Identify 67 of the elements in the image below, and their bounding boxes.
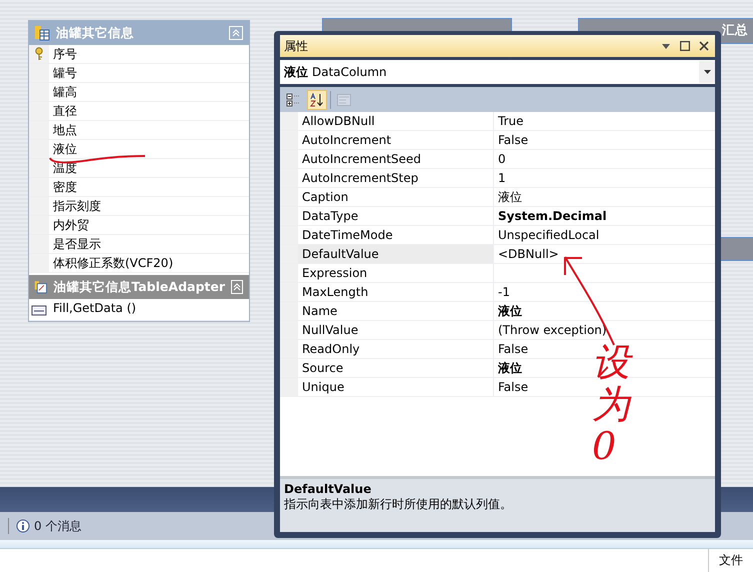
sort-icon	[309, 92, 325, 108]
property-value[interactable]: -1	[494, 283, 510, 301]
property-value[interactable]: False	[494, 378, 528, 396]
table-title: 油罐其它信息	[56, 24, 135, 42]
property-name[interactable]: AutoIncrementStep	[298, 169, 494, 187]
property-name[interactable]: NullValue	[298, 321, 494, 339]
chevron-up-icon	[233, 283, 241, 291]
property-value[interactable]: 1	[494, 169, 506, 187]
property-name[interactable]: AutoIncrementSeed	[298, 150, 494, 168]
property-name[interactable]: Name	[298, 302, 494, 320]
window-title: 属性	[284, 38, 309, 54]
property-value[interactable]: (Throw exception)	[494, 321, 607, 339]
property-value[interactable]: 液位	[494, 359, 522, 377]
sql-icon	[31, 304, 47, 316]
property-name[interactable]: Expression	[298, 264, 494, 282]
property-value[interactable]: System.Decimal	[494, 207, 607, 225]
property-name[interactable]: Source	[298, 359, 494, 377]
property-name[interactable]: DefaultValue	[298, 245, 494, 263]
column-name[interactable]: 内外贸	[49, 216, 89, 234]
column-name[interactable]: 指示刻度	[49, 197, 101, 215]
property-name[interactable]: Unique	[298, 378, 494, 396]
object-selector[interactable]: 液位 DataColumn	[280, 60, 715, 84]
description-title: DefaultValue	[284, 482, 372, 496]
column-name[interactable]: 地点	[49, 121, 77, 139]
table-icon	[34, 25, 50, 41]
column-name[interactable]: 序号	[49, 45, 77, 63]
method-name[interactable]: Fill,GetData ()	[49, 299, 136, 320]
info-icon	[16, 519, 30, 533]
maximize-icon	[680, 41, 690, 51]
property-name[interactable]: Caption	[298, 188, 494, 206]
column-name[interactable]: 罐高	[49, 83, 77, 101]
column-name[interactable]: 密度	[49, 178, 77, 196]
adapter-title: 油罐其它信息TableAdapter	[53, 278, 226, 296]
collapse-button[interactable]	[231, 280, 243, 294]
property-name[interactable]: DateTimeMode	[298, 226, 494, 244]
file-tab[interactable]: 文件	[708, 549, 753, 572]
property-value[interactable]: False	[494, 340, 528, 358]
property-value[interactable]: UnspecifiedLocal	[494, 226, 600, 244]
property-value[interactable]: True	[494, 112, 524, 130]
categorized-icon	[286, 92, 302, 108]
property-value[interactable]: <DBNull>	[494, 245, 559, 263]
property-value[interactable]: 液位	[494, 302, 522, 320]
column-name[interactable]: 液位	[49, 140, 77, 158]
close-icon	[699, 41, 709, 51]
close-button[interactable]	[697, 39, 711, 53]
property-pages-icon	[336, 92, 352, 108]
column-name[interactable]: 体积修正系数(VCF20)	[49, 254, 174, 272]
column-name[interactable]: 是否显示	[49, 235, 101, 253]
property-value[interactable]: False	[494, 131, 528, 149]
property-name[interactable]: AutoIncrement	[298, 131, 494, 149]
description-text: 指示向表中添加新行时所使用的默认列值。	[284, 496, 513, 513]
maximize-button[interactable]	[678, 39, 692, 53]
table-title: 汇总	[722, 22, 748, 39]
sort-button[interactable]	[307, 90, 327, 110]
property-value[interactable]: 0	[494, 150, 506, 168]
property-name[interactable]: DataType	[298, 207, 494, 225]
property-name[interactable]: ReadOnly	[298, 340, 494, 358]
column-name[interactable]: 直径	[49, 102, 77, 120]
property-name[interactable]: AllowDBNull	[298, 112, 494, 130]
message-count[interactable]: 0 个消息	[34, 518, 82, 534]
chevron-up-icon	[232, 29, 240, 37]
property-name[interactable]: MaxLength	[298, 283, 494, 301]
adapter-icon	[34, 279, 48, 295]
caret-icon	[704, 70, 710, 74]
column-name[interactable]: 罐号	[49, 64, 77, 82]
key-icon	[34, 47, 44, 61]
property-value[interactable]: 液位	[494, 188, 522, 206]
